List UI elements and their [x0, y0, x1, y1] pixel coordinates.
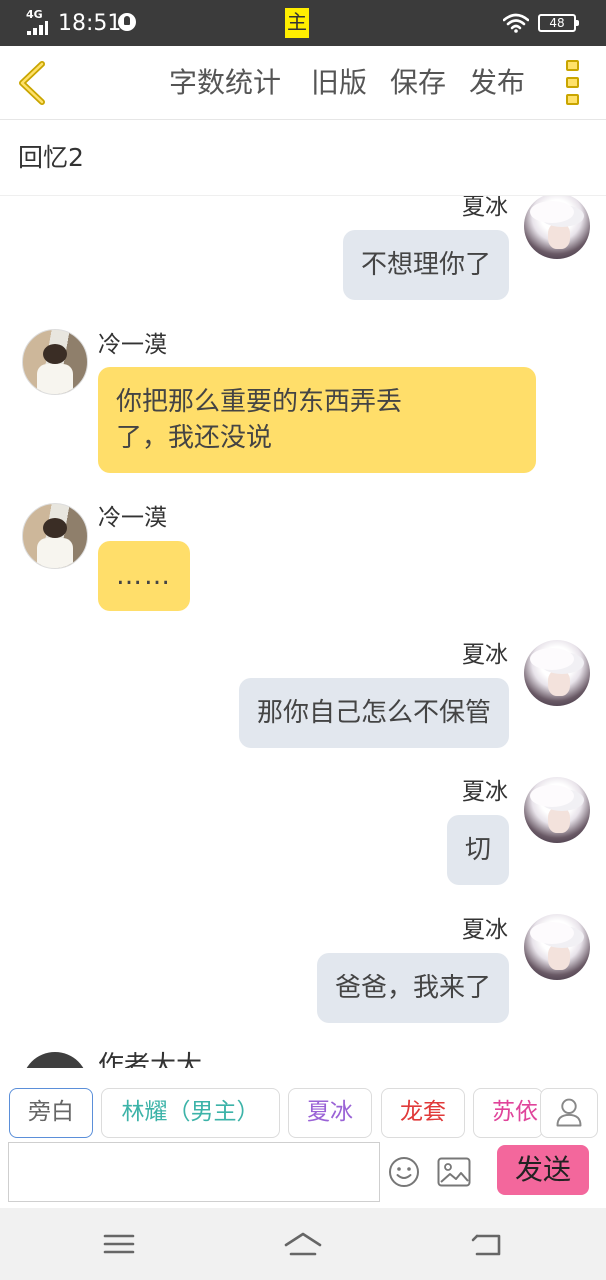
chapter-title[interactable]: 回忆2 — [18, 141, 84, 175]
title-bar: 回忆2 — [0, 121, 606, 196]
avatar[interactable] — [22, 329, 88, 395]
message-bubble[interactable]: …… — [98, 541, 190, 611]
role-narrator[interactable]: 旁白 — [9, 1088, 93, 1138]
message-input[interactable] — [8, 1142, 380, 1202]
avatar[interactable] — [22, 503, 88, 569]
message-bubble[interactable]: 切 — [446, 815, 509, 885]
network-type: 4G — [26, 8, 43, 21]
home-icon[interactable] — [283, 1228, 323, 1260]
signal-icon — [27, 21, 49, 35]
speaker-name: 作者大大 — [98, 1051, 203, 1068]
save-button[interactable]: 保存 — [390, 64, 446, 102]
speaker-name: 夏冰 — [462, 779, 508, 805]
role-male-lead[interactable]: 林耀（男主） — [101, 1088, 280, 1138]
chat-area[interactable]: 夏冰 不想理你了 冷一漠 你把那么重要的东西弄丢 了，我还没说 冷一漠 …… 夏… — [0, 196, 606, 1068]
message-bubble[interactable]: 爸爸，我来了 — [316, 953, 509, 1023]
system-nav-bar — [0, 1208, 606, 1280]
emoji-icon[interactable] — [388, 1156, 420, 1188]
back-nav-icon[interactable] — [467, 1228, 507, 1260]
wifi-icon — [503, 13, 529, 33]
speaker-name: 夏冰 — [462, 196, 508, 220]
user-icon[interactable] — [540, 1088, 598, 1138]
send-button[interactable]: 发送 — [497, 1145, 589, 1195]
avatar[interactable] — [524, 914, 590, 980]
back-button[interactable] — [12, 60, 52, 106]
message-bubble[interactable]: 你把那么重要的东西弄丢 了，我还没说 — [98, 367, 536, 473]
menu-icon[interactable] — [99, 1228, 139, 1260]
battery-indicator: 48 — [538, 14, 579, 32]
word-count-button[interactable]: 字数统计 — [169, 64, 281, 102]
message-bubble[interactable]: 那你自己怎么不保管 — [238, 678, 509, 748]
image-icon[interactable] — [437, 1157, 471, 1187]
lead-role-badge: 主 — [285, 8, 309, 38]
speaker-name: 冷一漠 — [98, 332, 167, 358]
old-version-button[interactable]: 旧版 — [311, 64, 367, 102]
role-xiabing[interactable]: 夏冰 — [288, 1088, 372, 1138]
location-icon — [118, 13, 136, 31]
message-bubble[interactable]: 不想理你了 — [342, 230, 509, 300]
role-suyi[interactable]: 苏依 — [473, 1088, 543, 1138]
avatar[interactable] — [22, 1052, 88, 1068]
role-selector: 旁白 林耀（男主） 夏冰 龙套 苏依 — [0, 1080, 606, 1142]
speaker-name: 夏冰 — [462, 642, 508, 668]
avatar[interactable] — [524, 640, 590, 706]
speaker-name: 冷一漠 — [98, 505, 167, 531]
editor-toolbar: 字数统计 旧版 保存 发布 — [0, 46, 606, 120]
publish-button[interactable]: 发布 — [469, 64, 525, 102]
speaker-name: 夏冰 — [462, 917, 508, 943]
avatar[interactable] — [524, 196, 590, 259]
clock: 18:51 — [58, 11, 122, 36]
avatar[interactable] — [524, 777, 590, 843]
more-menu-icon[interactable] — [560, 60, 586, 108]
role-extra[interactable]: 龙套 — [381, 1088, 465, 1138]
